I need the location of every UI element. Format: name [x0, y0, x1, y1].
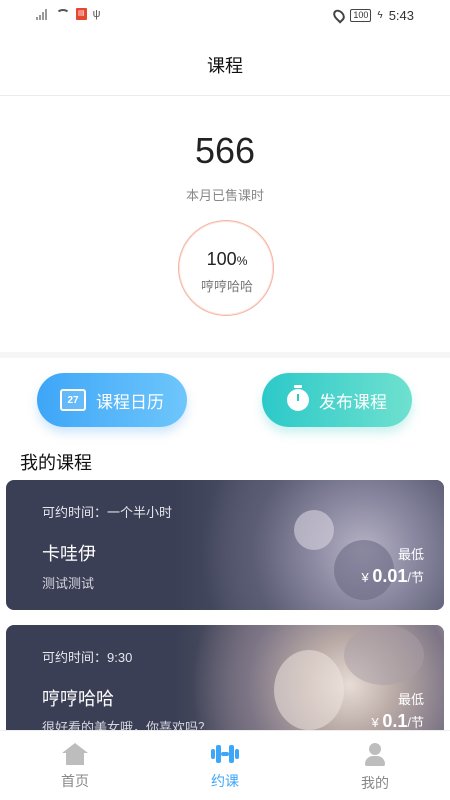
publish-course-button[interactable]: 发布课程 — [262, 373, 412, 427]
signal-icon — [36, 8, 50, 20]
tab-home[interactable]: 首页 — [0, 731, 150, 800]
course-name: 卡哇伊 — [42, 544, 96, 564]
battery-level: 100 — [350, 9, 372, 22]
my-courses-title: 我的课程 — [20, 453, 92, 473]
dumbbell-icon — [211, 743, 239, 765]
course-card[interactable]: 可约时间：9:30 哼哼哈哈 很好看的美女哦，你喜欢吗？ 最低 ¥ 0.1/节 — [6, 625, 444, 745]
ring-percent: 100% — [206, 249, 248, 269]
user-icon — [364, 743, 386, 767]
course-name: 哼哼哈哈 — [42, 689, 114, 709]
tab-me-label: 我的 — [361, 775, 389, 791]
course-calendar-label: 课程日历 — [96, 392, 164, 412]
course-description: 测试测试 — [42, 576, 95, 591]
lowest-price-label: 最低 — [397, 692, 424, 707]
status-bar: ▤ ψ 100 ϟ 5:43 — [0, 0, 450, 34]
bottom-tab-bar: 首页 约课 我的 — [0, 730, 450, 800]
publish-course-label: 发布课程 — [319, 392, 387, 412]
completion-ring: 100% 哼哼哈哈 — [178, 220, 274, 316]
app-notification-icon: ▤ — [76, 8, 87, 20]
status-right: 100 ϟ 5:43 — [331, 7, 414, 24]
tab-booking-label: 约课 — [211, 773, 239, 789]
charging-icon: ϟ — [377, 10, 383, 21]
wifi-icon — [56, 8, 70, 20]
page-title: 课程 — [207, 55, 243, 76]
course-card[interactable]: 可约时间：一个半小时 卡哇伊 测试测试 最低 ¥ 0.01/节 — [6, 480, 444, 610]
course-price: ¥ 0.1/节 — [371, 711, 424, 731]
ring-label: 哼哼哈哈 — [200, 279, 253, 294]
course-calendar-button[interactable]: 27 课程日历 — [37, 373, 187, 427]
status-left: ▤ ψ — [36, 8, 100, 20]
lowest-price-label: 最低 — [397, 547, 424, 562]
calendar-icon: 27 — [60, 389, 86, 411]
tab-booking[interactable]: 约课 — [150, 731, 300, 800]
page-header: 课程 — [0, 34, 450, 96]
tab-home-label: 首页 — [61, 773, 89, 789]
monthly-sold-value: 566 — [194, 130, 256, 171]
section-divider — [0, 352, 450, 358]
course-available-time: 可约时间：9:30 — [42, 650, 133, 665]
usb-icon: ψ — [92, 8, 101, 20]
location-icon — [331, 7, 348, 24]
course-price: ¥ 0.01/节 — [361, 566, 424, 586]
home-icon — [62, 743, 88, 765]
stopwatch-icon — [287, 385, 309, 411]
clock: 5:43 — [388, 8, 414, 23]
course-available-time: 可约时间：一个半小时 — [42, 505, 173, 520]
monthly-sold-label: 本月已售课时 — [185, 188, 264, 203]
tab-me[interactable]: 我的 — [300, 731, 450, 800]
